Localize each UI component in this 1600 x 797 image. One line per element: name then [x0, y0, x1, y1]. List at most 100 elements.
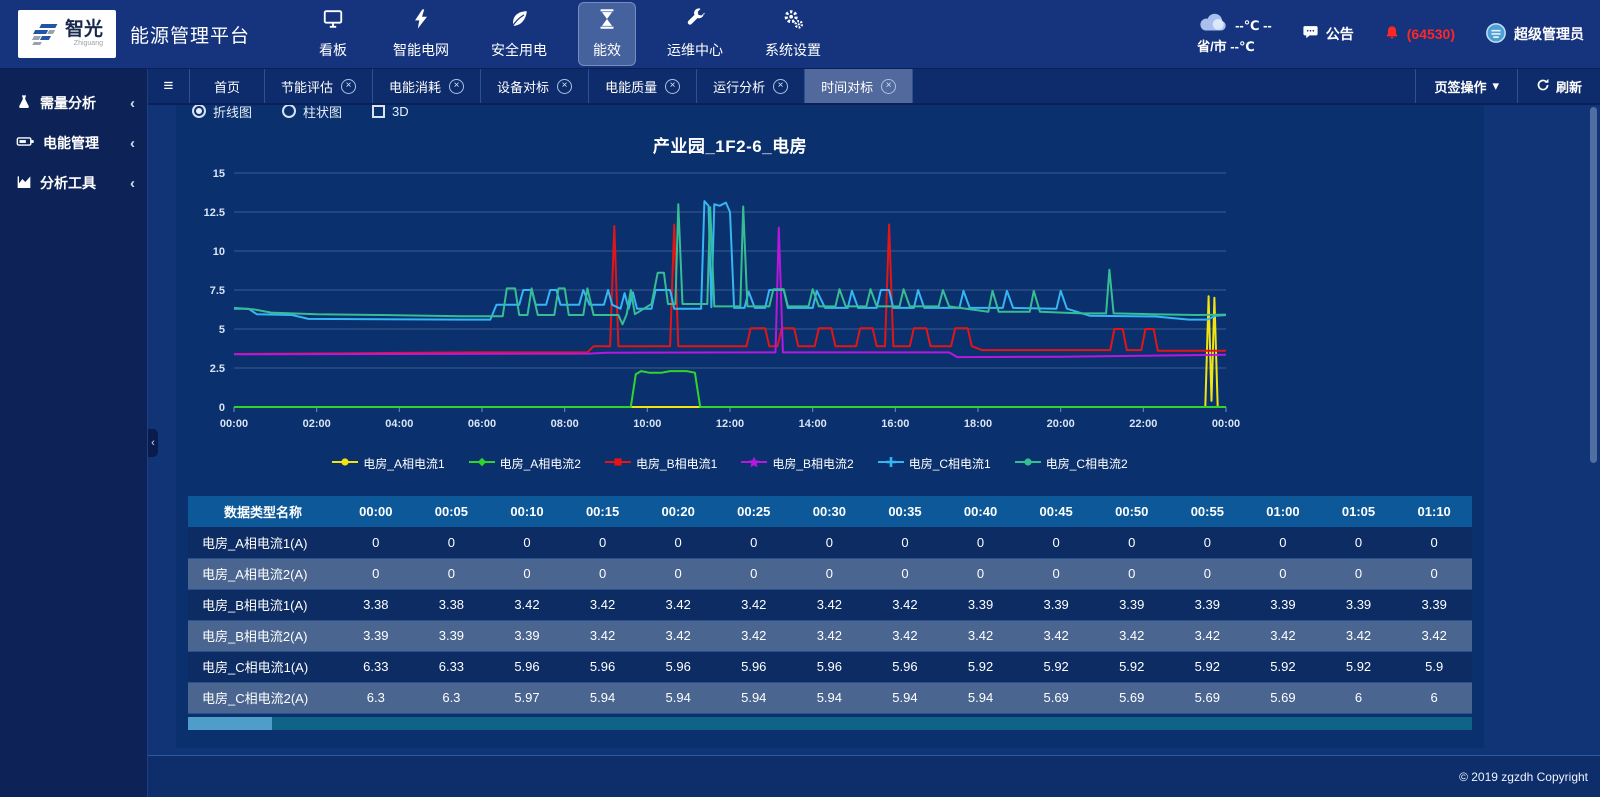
value-cell: 5.92: [1245, 651, 1321, 682]
tab-close-icon[interactable]: ×: [341, 79, 356, 94]
nav-item-运维中心[interactable]: 运维中心: [656, 2, 734, 66]
main-nav: 看板 智能电网安全用电能效运维中心系统设置: [304, 2, 832, 66]
value-cell: 3.39: [1396, 589, 1472, 620]
chat-bubble-icon: [1302, 24, 1319, 44]
legend-item-电房_C相电流2[interactable]: 电房_C相电流2: [1015, 455, 1128, 472]
horizontal-scrollbar[interactable]: [188, 717, 1472, 730]
value-cell: 0: [565, 558, 641, 589]
svg-text:02:00: 02:00: [303, 418, 331, 430]
nav-item-看板[interactable]: 看板: [304, 2, 362, 66]
refresh-button[interactable]: 刷新: [1517, 69, 1600, 103]
tab-close-icon[interactable]: ×: [557, 79, 572, 94]
header-right: --℃ -- 省/市 --℃ 公告 (64530) 超级管理员: [1197, 13, 1600, 55]
sidebar-collapse-handle[interactable]: ‹: [148, 429, 158, 457]
legend-item-电房_B相电流2[interactable]: 电房_B相电流2: [741, 455, 853, 472]
tab-operations-dropdown[interactable]: 页签操作 ▾: [1415, 69, 1517, 103]
tabs-container: 首页节能评估×电能消耗×设备对标×电能质量×运行分析×时间对标×: [190, 69, 913, 103]
hamburger-menu-icon[interactable]: ≡: [148, 69, 190, 103]
nav-item-智能电网[interactable]: 智能电网: [382, 2, 460, 66]
sidebar-item-label: 分析工具: [40, 173, 96, 193]
value-cell: 0: [792, 527, 868, 558]
nav-label: 看板: [319, 40, 347, 60]
main-content: ‹ 折线图柱状图3D 产业园_1F2-6_电房 02.557.51012.515…: [148, 105, 1600, 755]
tab-close-icon[interactable]: ×: [665, 79, 680, 94]
value-cell: 3.42: [792, 620, 868, 651]
table-row-电房_B相电流2(A): 电房_B相电流2(A)3.393.393.393.423.423.423.423…: [188, 620, 1472, 651]
brand-sub: Zhiguang: [65, 40, 103, 47]
svg-text:00:00: 00:00: [220, 418, 248, 430]
value-cell: 0: [1094, 527, 1170, 558]
option-label: 柱状图: [303, 105, 342, 121]
sidebar-item-电能管理[interactable]: 电能管理‹: [0, 123, 147, 163]
value-cell: 5.92: [1321, 651, 1397, 682]
legend-item-电房_A相电流1[interactable]: 电房_A相电流1: [332, 455, 444, 472]
value-cell: 5.96: [716, 651, 792, 682]
column-header: 00:25: [716, 496, 792, 527]
svg-text:12.5: 12.5: [204, 207, 225, 219]
column-header: 00:50: [1094, 496, 1170, 527]
svg-text:20:00: 20:00: [1047, 418, 1075, 430]
brand-logo[interactable]: 智光 Zhiguang: [18, 10, 116, 58]
chevron-left-icon: ‹: [130, 135, 135, 152]
radio-折线图[interactable]: 折线图: [192, 105, 252, 121]
value-cell: 0: [867, 527, 943, 558]
tab-close-icon[interactable]: ×: [449, 79, 464, 94]
value-cell: 0: [1321, 527, 1397, 558]
legend-label: 电房_B相电流2: [772, 455, 853, 472]
svg-text:5: 5: [219, 324, 225, 336]
sidebar-item-需量分析[interactable]: 需量分析‹: [0, 83, 147, 123]
svg-text:12:00: 12:00: [716, 418, 744, 430]
value-cell: 5.69: [1094, 682, 1170, 713]
svg-text:15: 15: [213, 168, 225, 180]
tab-close-icon[interactable]: ×: [773, 79, 788, 94]
series-电房_C相电流1: [234, 201, 1226, 320]
row-name-cell: 电房_A相电流2(A): [188, 558, 338, 589]
value-cell: 3.42: [867, 589, 943, 620]
value-cell: 0: [489, 527, 565, 558]
value-cell: 5.9: [1396, 651, 1472, 682]
value-cell: 5.69: [1018, 682, 1094, 713]
tab-电能消耗[interactable]: 电能消耗×: [373, 69, 481, 103]
value-cell: 0: [565, 527, 641, 558]
legend-item-电房_B相电流1[interactable]: 电房_B相电流1: [605, 455, 717, 472]
user-menu[interactable]: 超级管理员: [1485, 22, 1584, 47]
legend-item-电房_C相电流1[interactable]: 电房_C相电流1: [878, 455, 991, 472]
sidebar-item-分析工具[interactable]: 分析工具‹: [0, 163, 147, 203]
value-cell: 3.39: [489, 620, 565, 651]
value-cell: 6: [1321, 682, 1397, 713]
value-cell: 3.42: [565, 620, 641, 651]
value-cell: 0: [1245, 558, 1321, 589]
horizontal-scrollbar-thumb[interactable]: [188, 717, 272, 730]
tab-节能评估[interactable]: 节能评估×: [265, 69, 373, 103]
nav-item-安全用电[interactable]: 安全用电: [480, 2, 558, 66]
value-cell: 5.94: [716, 682, 792, 713]
value-cell: 0: [943, 558, 1019, 589]
nav-item-能效[interactable]: 能效: [578, 2, 636, 66]
legend-label: 电房_C相电流1: [909, 455, 991, 472]
row-name-cell: 电房_B相电流1(A): [188, 589, 338, 620]
tab-设备对标[interactable]: 设备对标×: [481, 69, 589, 103]
tab-时间对标[interactable]: 时间对标×: [805, 69, 913, 103]
radio-柱状图[interactable]: 柱状图: [282, 105, 342, 121]
value-cell: 0: [867, 558, 943, 589]
nav-item-系统设置[interactable]: 系统设置: [754, 2, 832, 66]
vertical-scrollbar[interactable]: [1590, 107, 1597, 463]
announcement-button[interactable]: 公告: [1302, 24, 1354, 44]
value-cell: 5.96: [565, 651, 641, 682]
series-电房_A相电流2: [234, 371, 1226, 407]
column-header: 00:10: [489, 496, 565, 527]
row-name-cell: 电房_A相电流1(A): [188, 527, 338, 558]
tab-close-icon[interactable]: ×: [881, 79, 896, 94]
tab-电能质量[interactable]: 电能质量×: [589, 69, 697, 103]
tab-首页[interactable]: 首页: [190, 69, 265, 103]
value-cell: 3.42: [1396, 620, 1472, 651]
option-label: 折线图: [213, 105, 252, 121]
legend-item-电房_A相电流2[interactable]: 电房_A相电流2: [469, 455, 581, 472]
checkbox-3D[interactable]: 3D: [372, 105, 409, 119]
svg-text:22:00: 22:00: [1129, 418, 1157, 430]
svg-text:00:00: 00:00: [1212, 418, 1240, 430]
tab-运行分析[interactable]: 运行分析×: [697, 69, 805, 103]
alarm-button[interactable]: (64530): [1384, 25, 1455, 44]
svg-text:0: 0: [219, 402, 225, 414]
value-cell: 5.94: [943, 682, 1019, 713]
